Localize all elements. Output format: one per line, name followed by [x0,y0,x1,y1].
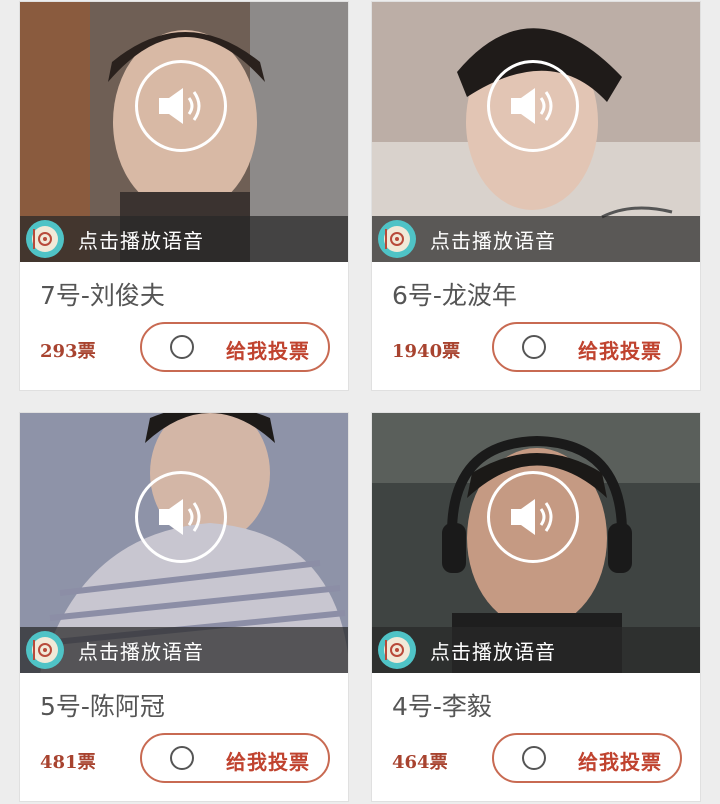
candidate-photo: 点击播放语音 [20,413,348,673]
vote-count: 293票 [40,341,96,362]
play-audio-label: 点击播放语音 [78,639,204,664]
radio-circle-icon [522,746,546,770]
candidate-photo: 点击播放语音 [372,413,700,673]
speaker-icon[interactable] [487,60,579,152]
radio-circle-icon [522,335,546,359]
speaker-icon[interactable] [135,471,227,563]
vinyl-disc-icon [26,220,64,258]
candidate-name: 6号-龙波年 [392,281,517,310]
vinyl-disc-icon [26,631,64,669]
candidate-grid: 点击播放语音 7号-刘俊夫 293票 给我投票 点击播放语音 6号-龙波年 19… [0,0,720,804]
radio-circle-icon [170,746,194,770]
vote-count: 1940票 [392,341,461,362]
vote-button-label: 给我投票 [578,339,662,363]
vote-button[interactable]: 给我投票 [140,733,330,783]
candidate-name: 4号-李毅 [392,692,492,721]
speaker-icon[interactable] [135,60,227,152]
vote-button-label: 给我投票 [226,750,310,774]
play-audio-bar[interactable]: 点击播放语音 [20,627,348,673]
speaker-icon[interactable] [487,471,579,563]
vote-button[interactable]: 给我投票 [492,322,682,372]
vote-button[interactable]: 给我投票 [140,322,330,372]
candidate-name: 7号-刘俊夫 [40,281,165,310]
vote-button-label: 给我投票 [226,339,310,363]
play-audio-label: 点击播放语音 [430,228,556,253]
candidate-card: 点击播放语音 6号-龙波年 1940票 给我投票 [371,1,701,391]
candidate-photo: 点击播放语音 [20,2,348,262]
play-audio-bar[interactable]: 点击播放语音 [20,216,348,262]
play-audio-label: 点击播放语音 [78,228,204,253]
play-audio-bar[interactable]: 点击播放语音 [372,627,700,673]
candidate-name: 5号-陈阿冠 [40,692,165,721]
vote-button-label: 给我投票 [578,750,662,774]
play-audio-bar[interactable]: 点击播放语音 [372,216,700,262]
vinyl-disc-icon [378,220,416,258]
radio-circle-icon [170,335,194,359]
vote-button[interactable]: 给我投票 [492,733,682,783]
play-audio-label: 点击播放语音 [430,639,556,664]
candidate-card: 点击播放语音 5号-陈阿冠 481票 给我投票 [19,412,349,802]
vote-count: 481票 [40,752,96,773]
candidate-card: 点击播放语音 7号-刘俊夫 293票 给我投票 [19,1,349,391]
vote-count: 464票 [392,752,448,773]
candidate-card: 点击播放语音 4号-李毅 464票 给我投票 [371,412,701,802]
candidate-photo: 点击播放语音 [372,2,700,262]
vinyl-disc-icon [378,631,416,669]
